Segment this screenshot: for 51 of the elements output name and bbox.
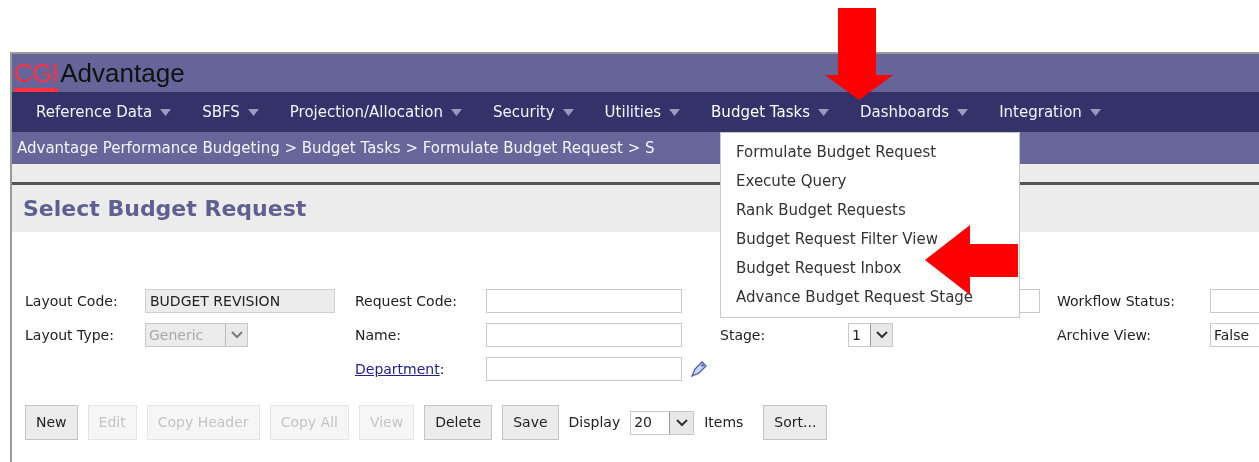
field-label: Layout Type:: [25, 325, 115, 345]
field-label: Archive View:: [1057, 325, 1152, 345]
caret-icon: [669, 108, 681, 116]
department-link[interactable]: Department: [355, 358, 440, 380]
caret-icon: [818, 108, 829, 116]
chevron-down-icon: [875, 331, 888, 339]
caret-icon: [957, 108, 969, 116]
caret-icon: [562, 108, 574, 116]
breadcrumb: Advantage Performance Budgeting > Budget Tasks > Formulate Budget Request > S: [17, 137, 655, 159]
dropdown-select[interactable]: 1: [848, 323, 893, 347]
caret-icon: [247, 108, 259, 116]
text-field[interactable]: [486, 357, 682, 381]
field-label: :: [439, 359, 445, 379]
page-size-select[interactable]: 20: [630, 410, 695, 435]
dropdown-item[interactable]: Rank Budget Requests: [721, 196, 1019, 225]
field-label: Request Code:: [355, 291, 458, 311]
text-field[interactable]: [486, 289, 682, 313]
dropdown-item[interactable]: Formulate Budget Request: [721, 138, 1019, 167]
text-field[interactable]: [486, 323, 682, 347]
page-title: Select Budget Request: [23, 195, 307, 223]
arrow-down-icon: [825, 8, 893, 100]
toolbar-button[interactable]: New: [25, 405, 78, 440]
menu-item[interactable]: Security: [481, 92, 586, 132]
field-label: Layout Code:: [25, 291, 119, 311]
field-label: Workflow Status:: [1057, 291, 1177, 311]
chevron-down-icon: [675, 418, 688, 427]
menu-item[interactable]: Integration: [987, 92, 1113, 132]
toolbar-button[interactable]: Save: [502, 405, 559, 440]
menu-item[interactable]: Projection/Allocation: [277, 92, 474, 132]
field-label: Stage:: [720, 325, 767, 345]
toolbar-button[interactable]: Delete: [424, 405, 493, 440]
menu-item[interactable]: Dashboards: [848, 92, 981, 132]
caret-icon: [451, 108, 462, 116]
menu-item[interactable]: Budget Tasks: [699, 92, 841, 132]
menu-item[interactable]: Reference Data: [24, 92, 184, 132]
tag-icon[interactable]: [690, 360, 708, 378]
dropdown-item[interactable]: Budget Request Inbox: [721, 254, 1019, 283]
items-label: Items: [704, 413, 744, 432]
menu-item[interactable]: Utilities: [592, 92, 693, 132]
caret-icon: [160, 108, 172, 116]
caret-icon: [1089, 108, 1101, 116]
sort-button[interactable]: Sort...: [763, 405, 828, 440]
dropdown-item[interactable]: Budget Request Filter View: [721, 225, 1019, 254]
display-label: Display: [568, 413, 621, 432]
dropdown-item[interactable]: Advance Budget Request Stage: [721, 283, 1019, 312]
dropdown-item[interactable]: Execute Query: [721, 167, 1019, 196]
logo-product: Advantage: [60, 58, 185, 88]
dropdown-select[interactable]: False: [1210, 323, 1259, 347]
field-label: Name:: [355, 325, 403, 345]
chevron-down-icon: [230, 331, 243, 339]
menu-item[interactable]: SBFS: [190, 92, 271, 132]
